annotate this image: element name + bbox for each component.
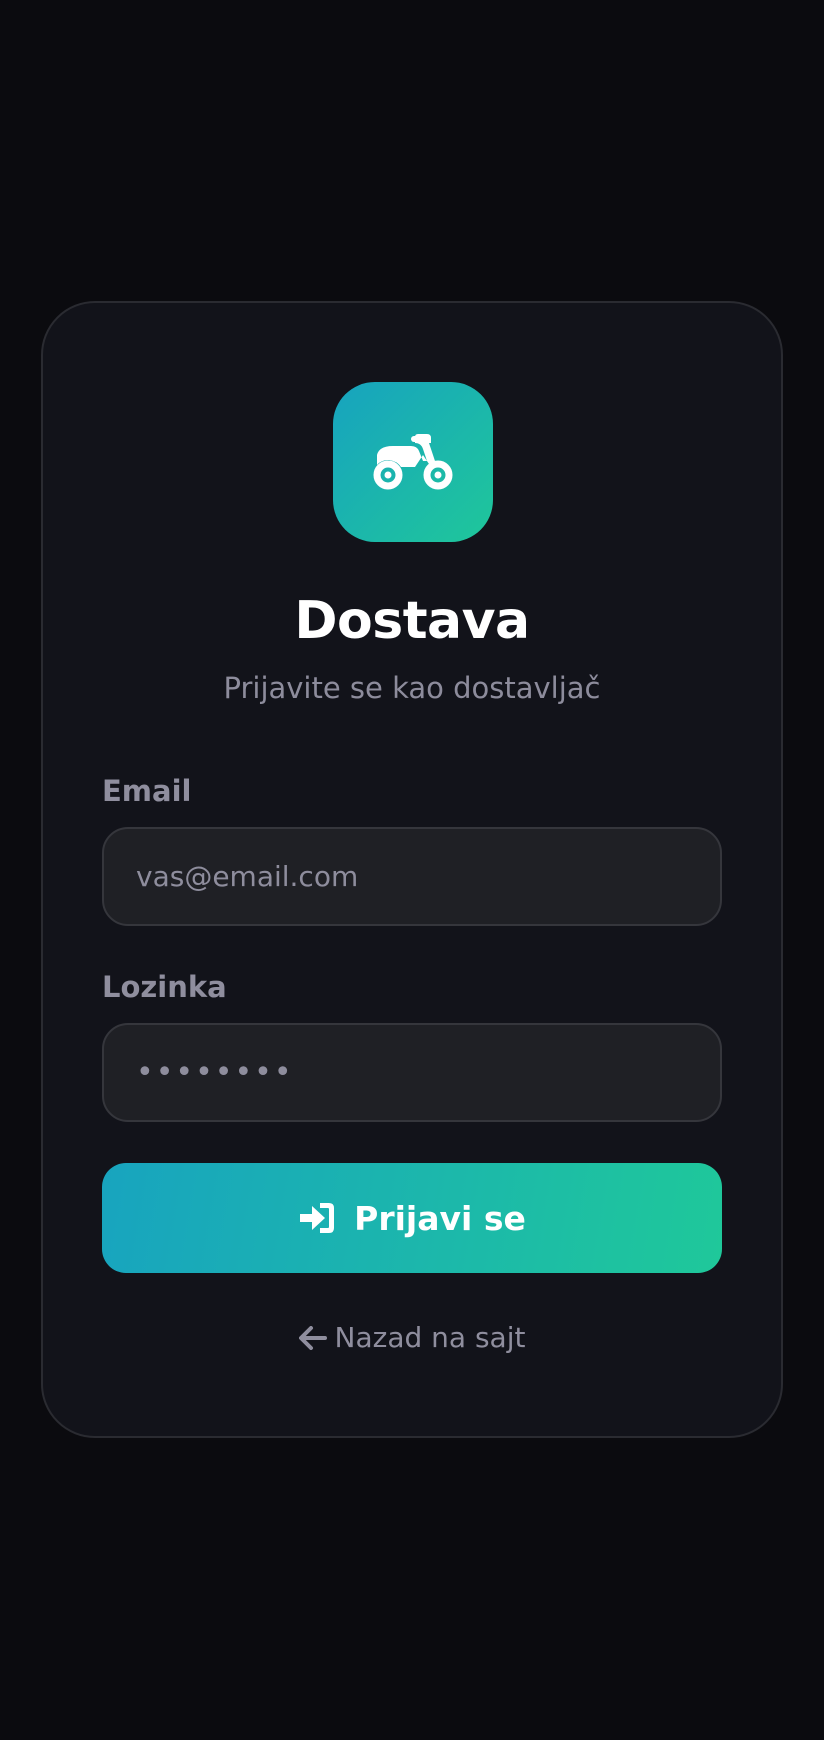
sign-in-icon xyxy=(300,1203,335,1233)
login-button-label: Prijavi se xyxy=(354,1198,526,1238)
password-field[interactable] xyxy=(102,1023,722,1122)
back-link-label: Nazad na sajt xyxy=(334,1321,526,1354)
app-logo xyxy=(333,382,493,542)
email-field[interactable] xyxy=(102,827,722,926)
login-button[interactable]: Prijavi se xyxy=(102,1163,722,1273)
arrow-left-icon xyxy=(298,1326,327,1350)
login-card: Dostava Prijavite se kao dostavljač Emai… xyxy=(41,301,783,1438)
page-title: Dostava xyxy=(294,591,530,651)
page-subtitle: Prijavite se kao dostavljač xyxy=(223,671,601,705)
password-label: Lozinka xyxy=(102,970,227,1004)
email-label: Email xyxy=(102,774,192,808)
back-to-site-link[interactable]: Nazad na sajt xyxy=(43,1320,781,1356)
motorcycle-icon xyxy=(373,434,453,490)
